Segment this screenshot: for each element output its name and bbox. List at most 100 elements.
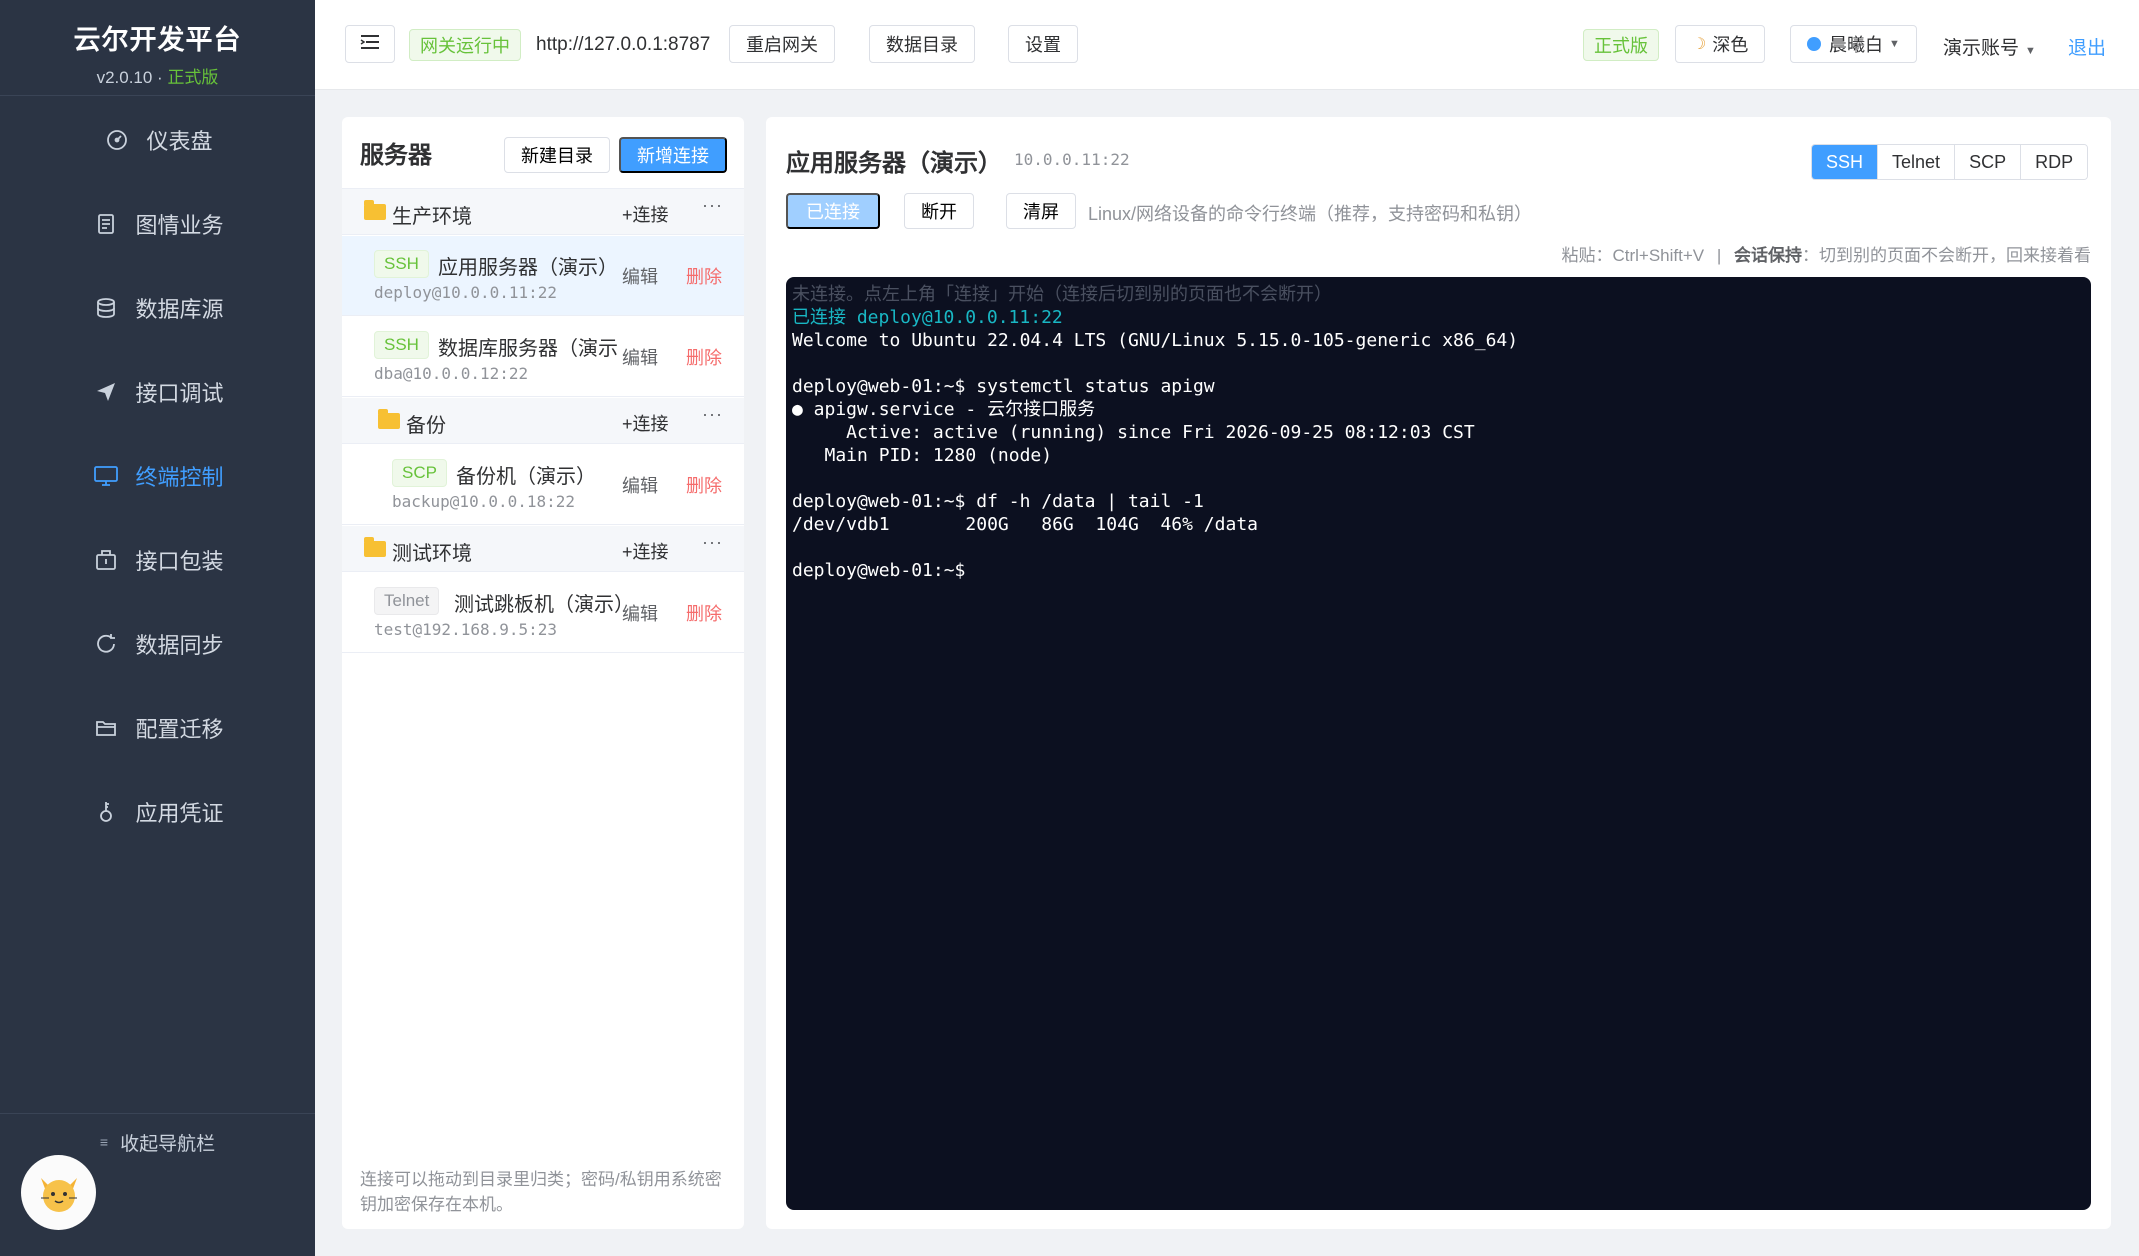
brand: 云尔开发平台 v2.0.10 · 正式版: [0, 0, 315, 96]
sidebar-item-label: 仪表盘: [146, 129, 213, 154]
edit-button[interactable]: 编辑: [622, 600, 658, 626]
sidebar-item-data-sync[interactable]: 数据同步: [0, 602, 315, 686]
data-directory-button[interactable]: 数据目录: [869, 25, 975, 63]
sidebar-item-dashboard[interactable]: 仪表盘: [0, 98, 315, 182]
protocol-badge: SSH: [374, 250, 429, 278]
tab-telnet[interactable]: Telnet: [1877, 145, 1955, 179]
protocol-badge: SSH: [374, 331, 429, 359]
delete-button[interactable]: 删除: [686, 600, 722, 626]
terminal-line: 未连接。点左上角「连接」开始（连接后切到别的页面也不会断开）: [792, 284, 1332, 305]
version-text: v2.0.10 ·: [96, 68, 168, 87]
dashboard-icon: [102, 125, 132, 155]
logout-link[interactable]: 退出: [2068, 33, 2106, 60]
more-icon[interactable]: ···: [702, 195, 723, 216]
folder-connect-button[interactable]: +连接: [622, 410, 669, 436]
terminal-line: Active: active (running) since Fri 2026-…: [792, 422, 1475, 443]
caret-down-icon: ▼: [2025, 45, 2036, 57]
connection-item[interactable]: SSH 数据库服务器（演示） dba@10.0.0.12:22 编辑 删除: [342, 317, 744, 397]
settings-button[interactable]: 设置: [1008, 25, 1078, 63]
moon-icon: ☽: [1692, 36, 1707, 53]
edit-button[interactable]: 编辑: [622, 344, 658, 370]
restart-gateway-button[interactable]: 重启网关: [729, 25, 835, 63]
terminal-prompt: deploy@web-01:~$: [792, 560, 977, 581]
folder-connect-button[interactable]: +连接: [622, 538, 669, 564]
connection-address: deploy@10.0.0.11:22: [374, 283, 558, 302]
sidebar-item-config-migration[interactable]: 配置迁移: [0, 686, 315, 770]
sidebar-item-label: 图情业务: [135, 213, 224, 238]
tab-ssh[interactable]: SSH: [1812, 145, 1878, 179]
connection-item[interactable]: SSH 应用服务器（演示） deploy@10.0.0.11:22 编辑 删除: [342, 236, 744, 316]
folder-row[interactable]: 备份 +连接 ···: [342, 398, 744, 444]
folder-row[interactable]: 测试环境 +连接 ···: [342, 526, 744, 572]
sidebar-item-label: 终端控制: [135, 465, 224, 490]
sidebar-item-label: 数据同步: [135, 633, 224, 658]
disconnect-button[interactable]: 断开: [904, 193, 974, 229]
tab-scp[interactable]: SCP: [1954, 145, 2021, 179]
database-icon: [91, 293, 121, 323]
sidebar-item-terminal[interactable]: 终端控制: [0, 434, 315, 518]
terminal-line: 已连接 deploy@10.0.0.11:22: [792, 307, 1063, 328]
folder-row[interactable]: 生产环境 +连接 ···: [342, 189, 744, 235]
sidebar-item-api-debug[interactable]: 接口调试: [0, 350, 315, 434]
menu-icon: [360, 34, 380, 55]
gateway-url: http://127.0.0.1:8787: [536, 34, 711, 55]
package-icon: [91, 545, 121, 575]
connection-item[interactable]: SCP 备份机（演示） backup@10.0.0.18:22 编辑 删除: [342, 445, 744, 525]
menu-toggle-button[interactable]: [345, 25, 395, 63]
connected-button[interactable]: 已连接: [786, 193, 880, 229]
tab-rdp[interactable]: RDP: [2020, 145, 2088, 179]
terminal-line: /dev/vdb1 200G 86G 104G 46% /data: [792, 514, 1258, 535]
delete-button[interactable]: 删除: [686, 263, 722, 289]
edit-button[interactable]: 编辑: [622, 472, 658, 498]
edition-badge: 正式版: [1583, 29, 1659, 61]
protocol-badge: Telnet: [374, 587, 440, 615]
sidebar-item-documents[interactable]: 图情业务: [0, 182, 315, 266]
delete-button[interactable]: 删除: [686, 472, 722, 498]
protocol-tabs: SSH Telnet SCP RDP: [1811, 144, 2089, 180]
sidebar-item-label: 接口包装: [135, 549, 224, 574]
theme-select[interactable]: 晨曦白 ▼: [1790, 25, 1917, 63]
delete-button[interactable]: 删除: [686, 344, 722, 370]
sidebar-item-database[interactable]: 数据库源: [0, 266, 315, 350]
sidebar-item-api-package[interactable]: 接口包装: [0, 518, 315, 602]
sidebar-nav: 仪表盘 图情业务 数据库源 接口调试 终端控制 接口包装 数据同步 配置迁移 应…: [0, 98, 315, 854]
terminal-line: Main PID: 1280 (node): [792, 445, 1053, 466]
connection-address: test@192.168.9.5:23: [374, 620, 558, 639]
more-icon[interactable]: ···: [702, 404, 723, 425]
folder-name: 备份: [406, 415, 446, 437]
terminal-line: deploy@web-01:~$ df -h /data | tail -1: [792, 491, 1204, 512]
folder-connect-button[interactable]: +连接: [622, 201, 669, 227]
terminal-session-panel: 应用服务器（演示） 10.0.0.11:22 SSH Telnet SCP RD…: [766, 117, 2111, 1229]
new-folder-button[interactable]: 新建目录: [504, 137, 610, 173]
key-icon: [91, 797, 121, 827]
folder-icon: [378, 409, 400, 429]
avatar[interactable]: [21, 1155, 96, 1230]
dark-mode-button[interactable]: ☽ 深色: [1675, 25, 1766, 63]
dark-mode-label: 深色: [1712, 35, 1749, 55]
cat-avatar-icon: [31, 1162, 87, 1224]
terminal-output[interactable]: 未连接。点左上角「连接」开始（连接后切到别的页面也不会断开） 已连接 deplo…: [786, 277, 2091, 1210]
folder-icon: [364, 200, 386, 220]
server-list-footnote: 连接可以拖动到目录里归类；密码/私钥用系统密钥加密保存在本机。: [360, 1170, 722, 1214]
connection-name: 测试跳板机（演示）: [454, 594, 620, 616]
sidebar: 云尔开发平台 v2.0.10 · 正式版 仪表盘 图情业务 数据库源 接口调试 …: [0, 0, 315, 1256]
sidebar-item-credentials[interactable]: 应用凭证: [0, 770, 315, 854]
edit-button[interactable]: 编辑: [622, 263, 658, 289]
connection-address: dba@10.0.0.12:22: [374, 364, 529, 383]
account-menu[interactable]: 演示账号 ▼: [1943, 33, 2036, 60]
protocol-description: Linux/网络设备的命令行终端（推荐，支持密码和私钥）: [1088, 204, 1533, 224]
session-title: 应用服务器（演示）: [786, 150, 1002, 177]
connection-item[interactable]: Telnet 测试跳板机（演示） test@192.168.9.5:23 编辑 …: [342, 573, 744, 653]
new-connection-button[interactable]: 新增连接: [619, 137, 727, 173]
connection-name: 应用服务器（演示）: [438, 257, 618, 279]
hint-separator: |: [1716, 246, 1722, 265]
clear-screen-button[interactable]: 清屏: [1006, 193, 1076, 229]
brand-title: 云尔开发平台: [73, 25, 242, 55]
document-icon: [91, 209, 121, 239]
folder-icon: [364, 537, 386, 557]
more-icon[interactable]: ···: [702, 532, 723, 553]
server-list-title: 服务器: [360, 142, 432, 169]
